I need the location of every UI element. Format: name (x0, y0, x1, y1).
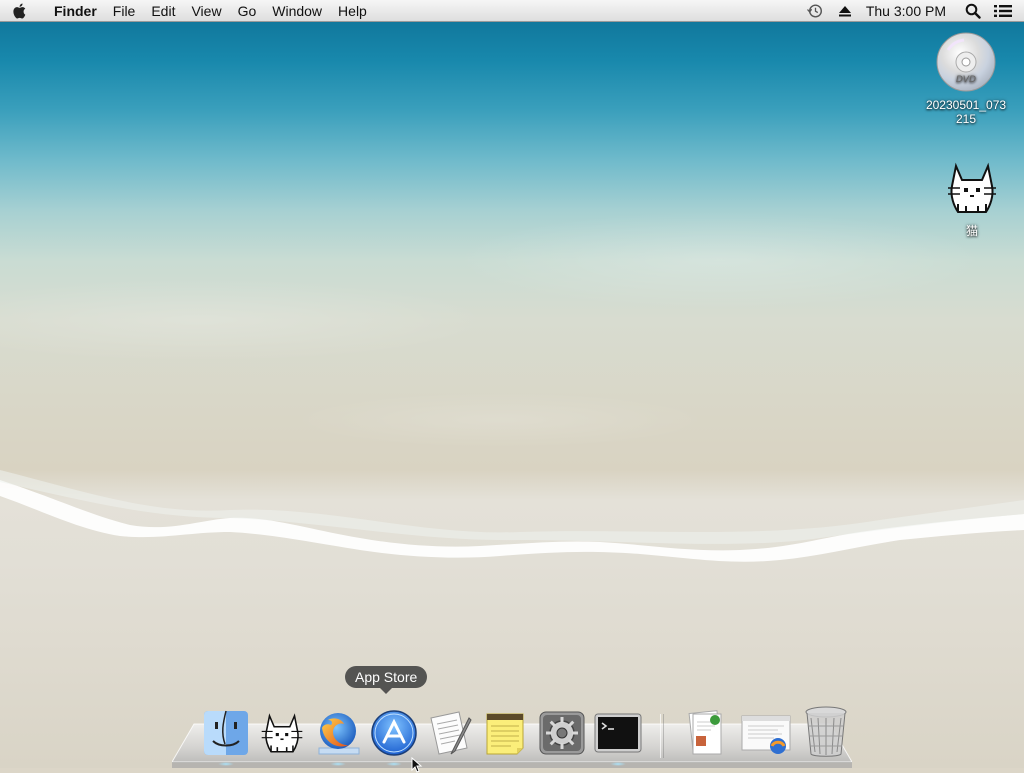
apple-menu-icon[interactable] (0, 0, 38, 22)
spotlight-search-icon[interactable] (958, 0, 988, 22)
cat-icon (940, 156, 1004, 220)
dock-item-textedit[interactable] (422, 702, 478, 758)
eject-icon[interactable] (830, 0, 860, 22)
desktop-item-cat[interactable]: 猫 (922, 156, 1022, 238)
downloads-stack-icon (741, 715, 791, 754)
dock-item-stickies[interactable] (478, 702, 534, 758)
app-store-icon (371, 710, 417, 756)
menu-edit[interactable]: Edit (143, 0, 183, 22)
running-indicator (610, 762, 626, 766)
running-indicator (218, 762, 234, 766)
svg-text:DVD: DVD (956, 75, 976, 85)
firefox-icon (318, 713, 360, 755)
mouse-cursor-icon (411, 757, 423, 773)
menu-help[interactable]: Help (330, 0, 375, 22)
running-indicator (386, 762, 402, 766)
finder-icon (204, 710, 248, 755)
trash-icon (805, 706, 847, 757)
dock-separator (660, 714, 664, 758)
dvd-icon: DVD (934, 30, 998, 94)
system-preferences-icon (539, 711, 585, 755)
menu-go[interactable]: Go (230, 0, 265, 22)
cat-icon (261, 713, 303, 753)
dock-item-system-preferences[interactable] (534, 702, 590, 758)
dock-item-downloads-stack[interactable] (734, 702, 798, 758)
textedit-icon (430, 711, 472, 755)
menu-view[interactable]: View (183, 0, 229, 22)
dock (198, 698, 854, 766)
time-machine-icon[interactable] (800, 0, 830, 22)
notification-list-icon[interactable] (988, 0, 1018, 22)
dock-item-cat-app[interactable] (254, 702, 310, 758)
running-indicator (330, 762, 346, 766)
desktop-item-label: 猫 (965, 224, 978, 238)
dock-item-firefox[interactable] (310, 702, 366, 766)
menu-clock[interactable]: Thu 3:00 PM (860, 0, 958, 22)
documents-stack-icon (688, 710, 722, 755)
desktop-wallpaper (0, 0, 1024, 768)
menu-finder[interactable]: Finder (38, 0, 105, 22)
wave-foam (0, 470, 1024, 562)
dock-tooltip: App Store (345, 666, 428, 694)
dock-item-finder[interactable] (198, 702, 254, 766)
terminal-icon (594, 713, 642, 753)
menu-file[interactable]: File (105, 0, 144, 22)
dock-item-trash[interactable] (798, 702, 854, 758)
stickies-icon (486, 713, 524, 755)
menu-bar: Finder File Edit View Go Window Help Thu… (0, 0, 1024, 22)
dock-item-terminal[interactable] (590, 702, 646, 766)
desktop-item-label: 20230501_073215 (925, 98, 1007, 126)
dock-item-documents-stack[interactable] (678, 702, 734, 758)
desktop-item-dvd[interactable]: DVD 20230501_073215 (916, 30, 1016, 126)
menu-window[interactable]: Window (264, 0, 330, 22)
dock-item-app-store[interactable] (366, 702, 422, 766)
